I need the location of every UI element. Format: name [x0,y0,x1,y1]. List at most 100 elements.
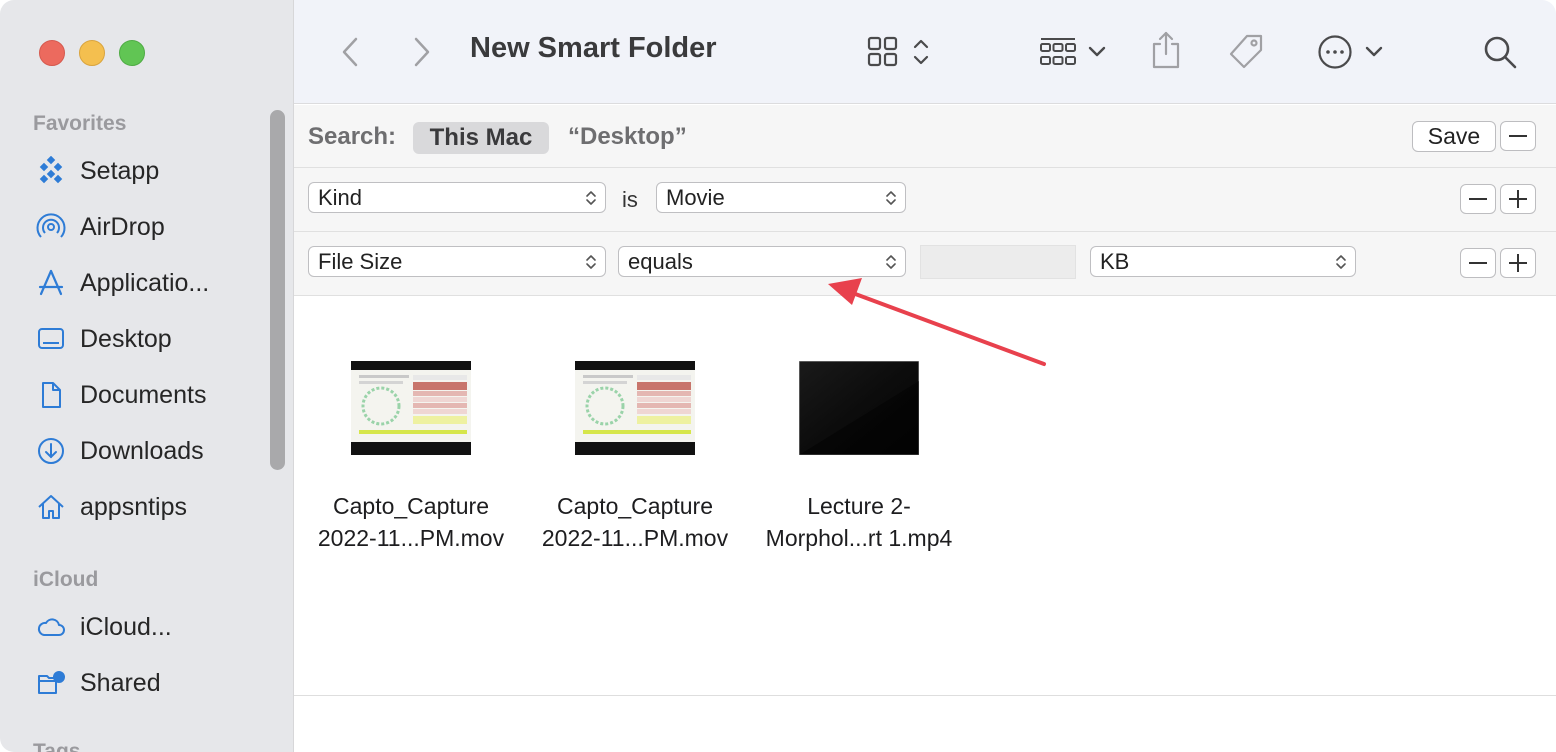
divider [294,695,1556,696]
sidebar-item-label: appsntips [80,492,188,521]
sidebar-item-icloud-drive[interactable]: iCloud... [34,607,172,647]
sidebar: Favorites Setapp AirDrop Applicatio... D… [0,0,294,752]
up-down-chevron-icon [586,191,596,205]
up-down-chevron-icon [586,255,596,269]
tag-button[interactable] [1224,30,1268,74]
sidebar-item-label: Desktop [80,324,172,353]
results-area: Capto_Capture 2022-11...PM.mov Capto_Cap… [294,297,1556,752]
scope-this-mac-button[interactable]: This Mac [413,122,549,154]
file-name: Lecture 2- Morphol...rt 1.mp4 [765,493,953,551]
chevron-down-icon [1088,46,1106,57]
add-criteria-button[interactable] [1500,184,1536,214]
more-actions-button[interactable] [1310,31,1390,73]
applications-icon [34,266,68,300]
sidebar-item-label: Applicatio... [80,268,210,297]
minus-icon [1509,135,1527,137]
sidebar-item-desktop[interactable]: Desktop [34,319,172,359]
sidebar-item-applications[interactable]: Applicatio... [34,263,209,303]
attribute-value: File Size [318,249,403,274]
unit-value: KB [1100,249,1130,274]
close-window-button[interactable] [39,40,65,66]
attribute-popup[interactable]: File Size [308,246,606,277]
search-button[interactable] [1480,32,1520,72]
sidebar-section-tags: Tags [33,740,81,752]
unit-popup[interactable]: KB [1090,246,1356,277]
view-mode-button[interactable] [859,32,939,72]
attribute-popup[interactable]: Kind [308,182,606,213]
add-criteria-button[interactable] [1500,248,1536,278]
operator-value: equals [628,249,693,274]
search-scope-bar: Search: This Mac “Desktop” Save [294,105,1556,168]
group-grid-icon [1040,38,1076,65]
share-icon [1152,31,1180,69]
sidebar-item-appsntips[interactable]: appsntips [34,487,187,527]
cloud-icon [34,610,68,644]
desktop-icon [34,322,68,356]
plus-icon [1509,254,1527,272]
minimize-window-button[interactable] [79,40,105,66]
video-thumbnail [798,360,920,456]
file-item[interactable]: Capto_Capture 2022-11...PM.mov [306,361,516,554]
chevron-right-icon [414,37,430,67]
up-down-chevron-icon [1336,255,1346,269]
close-search-button[interactable] [1500,121,1536,151]
save-button[interactable]: Save [1412,121,1496,152]
sidebar-item-shared[interactable]: Shared [34,663,161,703]
operator-popup[interactable]: equals [618,246,906,277]
criteria-row-file-size: File Size equals KB [294,232,1556,296]
file-item[interactable]: Lecture 2- Morphol...rt 1.mp4 [754,360,964,554]
sidebar-section-favorites: Favorites [33,112,127,135]
minus-icon [1469,198,1487,200]
file-name: Capto_Capture 2022-11...PM.mov [541,493,729,551]
search-label: Search: [308,123,397,150]
sidebar-item-label: Downloads [80,436,204,465]
up-down-chevron-icon [886,255,896,269]
group-by-button[interactable] [1032,32,1112,72]
ellipsis-circle-icon [1318,35,1352,69]
shared-folder-icon [34,666,68,700]
plus-icon [1509,190,1527,208]
remove-criteria-button[interactable] [1460,248,1496,278]
setapp-icon [34,154,68,188]
up-down-chevron-icon [886,191,896,205]
file-item[interactable]: Capto_Capture 2022-11...PM.mov [530,361,740,554]
sidebar-item-label: AirDrop [80,212,165,241]
sidebar-item-documents[interactable]: Documents [34,375,206,415]
kind-value: Movie [666,185,725,210]
sidebar-item-setapp[interactable]: Setapp [34,151,159,191]
share-button[interactable] [1146,28,1186,72]
sidebar-section-icloud: iCloud [33,568,99,591]
window-controls [39,40,145,66]
chevron-left-icon [342,37,358,67]
sidebar-item-label: Documents [80,380,207,409]
icon-grid-icon [867,36,898,67]
forward-button[interactable] [406,32,438,72]
zoom-window-button[interactable] [119,40,145,66]
up-down-chevron-icon [913,39,929,65]
sidebar-item-label: iCloud... [80,612,172,641]
file-size-input[interactable] [920,245,1076,279]
video-thumbnail [575,361,695,455]
remove-criteria-button[interactable] [1460,184,1496,214]
sidebar-item-label: Setapp [80,156,160,185]
file-name: Capto_Capture 2022-11...PM.mov [317,493,505,551]
value-popup[interactable]: Movie [656,182,906,213]
download-icon [34,434,68,468]
minus-icon [1469,262,1487,264]
video-thumbnail [351,361,471,455]
sidebar-item-airdrop[interactable]: AirDrop [34,207,165,247]
attribute-value: Kind [318,185,363,210]
tag-icon [1229,34,1263,69]
finder-window: Favorites Setapp AirDrop Applicatio... D… [0,0,1556,752]
back-button[interactable] [334,32,366,72]
sidebar-scrollbar[interactable] [270,110,285,470]
sidebar-item-label: Shared [80,668,161,697]
document-icon [34,378,68,412]
home-icon [34,490,68,524]
toolbar: New Smart Folder [294,0,1556,104]
scope-desktop-button[interactable]: “Desktop” [568,123,687,151]
chevron-down-icon [1365,46,1383,57]
window-title: New Smart Folder [470,32,717,64]
airdrop-icon [34,210,68,244]
sidebar-item-downloads[interactable]: Downloads [34,431,204,471]
